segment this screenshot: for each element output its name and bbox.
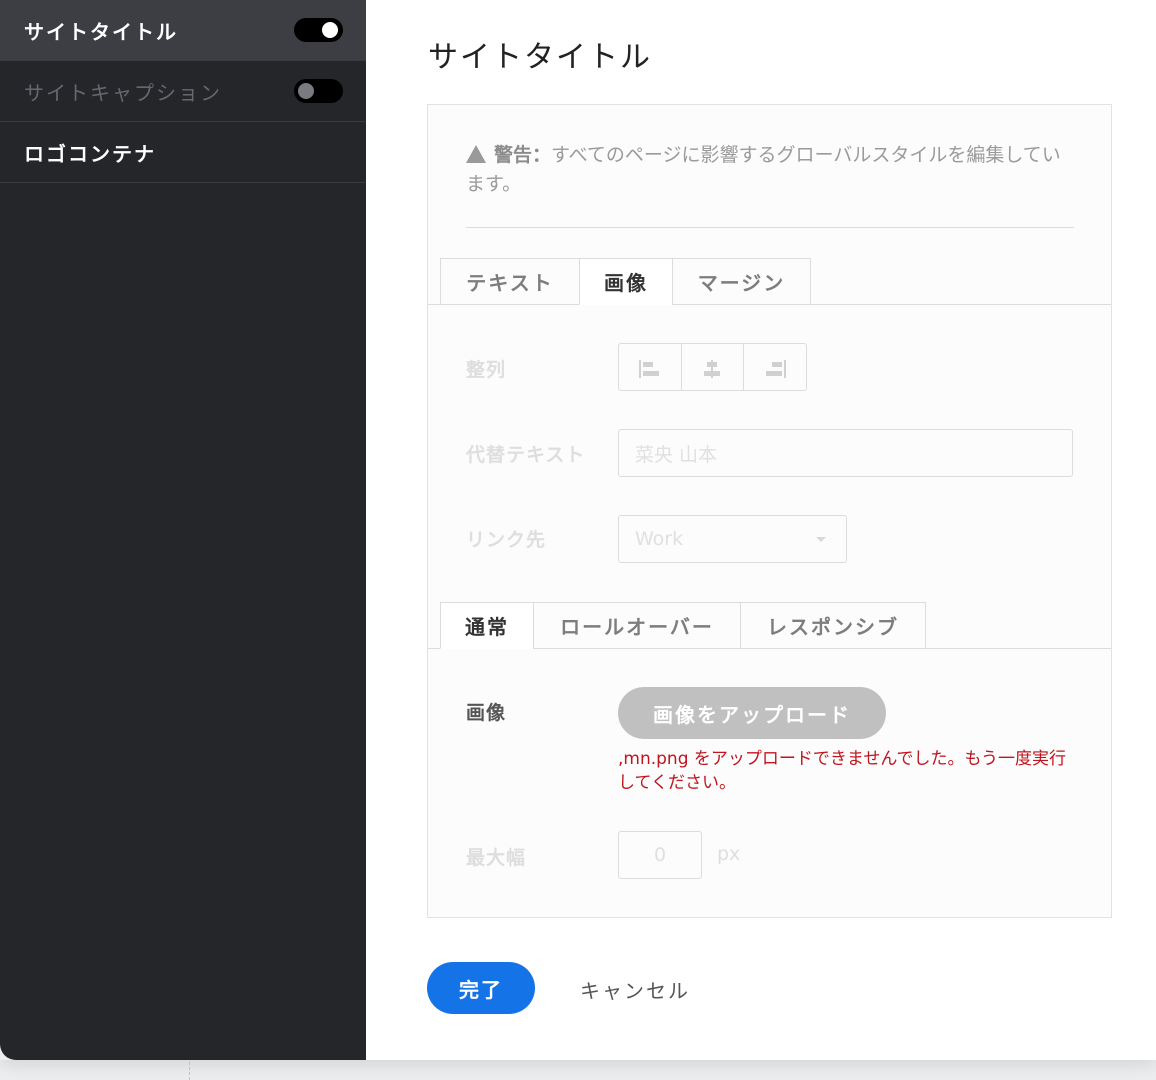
alt-text-label: 代替テキスト bbox=[466, 444, 586, 466]
warning-text: すべてのページに影響するグローバルスタイルを編集しています。 bbox=[466, 144, 1061, 195]
upload-image-button[interactable]: 画像をアップロード bbox=[618, 687, 886, 739]
dashed-guide bbox=[189, 1062, 190, 1080]
state-tabs: 通常 ロールオーバー レスポンシブ bbox=[428, 601, 1111, 649]
settings-panel: 警告：すべてのページに影響するグローバルスタイルを編集しています。 テキスト 画… bbox=[427, 104, 1112, 918]
sidebar-item-site-title[interactable]: サイトタイトル bbox=[0, 0, 366, 61]
sidebar-item-label: サイトキャプション bbox=[24, 80, 222, 105]
toggle-knob bbox=[298, 83, 314, 99]
tab-responsive[interactable]: レスポンシブ bbox=[740, 602, 926, 649]
align-left-button[interactable] bbox=[619, 344, 682, 390]
warning-message: 警告：すべてのページに影響するグローバルスタイルを編集しています。 bbox=[466, 141, 1066, 199]
upload-error-message: ,mn.png をアップロードできませんでした。もう一度実行してください。 bbox=[618, 749, 1067, 793]
tab-text[interactable]: テキスト bbox=[440, 258, 580, 305]
align-center-button[interactable] bbox=[682, 344, 745, 390]
page-title: サイトタイトル bbox=[428, 40, 652, 75]
sidebar: サイトタイトル サイトキャプション ロゴコンテナ bbox=[0, 0, 366, 1060]
divider bbox=[466, 227, 1074, 228]
cancel-button[interactable]: キャンセル bbox=[580, 975, 690, 1004]
sidebar-item-label: ロゴコンテナ bbox=[24, 141, 156, 166]
tab-rollover[interactable]: ロールオーバー bbox=[533, 602, 741, 649]
sidebar-item-site-caption[interactable]: サイトキャプション bbox=[0, 61, 366, 122]
image-label: 画像 bbox=[466, 702, 507, 724]
style-tabs: テキスト 画像 マージン bbox=[428, 257, 1111, 305]
max-width-input[interactable] bbox=[618, 831, 702, 879]
tab-image[interactable]: 画像 bbox=[579, 258, 673, 305]
toggle-knob bbox=[322, 22, 338, 38]
main-panel: サイトタイトル 警告：すべてのページに影響するグローバルスタイルを編集しています… bbox=[366, 0, 1156, 1060]
link-select[interactable]: Work bbox=[618, 515, 847, 563]
align-label: 整列 bbox=[466, 359, 507, 381]
alt-text-input[interactable] bbox=[618, 429, 1073, 477]
tab-margin[interactable]: マージン bbox=[672, 258, 811, 305]
align-right-button[interactable] bbox=[744, 344, 806, 390]
done-button[interactable]: 完了 bbox=[427, 962, 535, 1014]
max-width-label: 最大幅 bbox=[466, 847, 527, 869]
align-button-group bbox=[618, 343, 807, 391]
max-width-unit: px bbox=[717, 843, 741, 865]
link-select-value: Work bbox=[635, 528, 684, 550]
tab-normal[interactable]: 通常 bbox=[440, 602, 534, 649]
warning-icon bbox=[466, 145, 486, 163]
site-caption-toggle[interactable] bbox=[294, 79, 343, 103]
app-window: サイトタイトル サイトキャプション ロゴコンテナ サイトタイトル 警告：すべての… bbox=[0, 0, 1156, 1060]
chevron-down-icon bbox=[816, 537, 826, 542]
warning-prefix: 警告： bbox=[494, 144, 552, 166]
link-label: リンク先 bbox=[466, 529, 547, 551]
sidebar-item-logo-container[interactable]: ロゴコンテナ bbox=[0, 122, 366, 183]
site-title-toggle[interactable] bbox=[294, 18, 343, 42]
sidebar-item-label: サイトタイトル bbox=[24, 19, 178, 44]
